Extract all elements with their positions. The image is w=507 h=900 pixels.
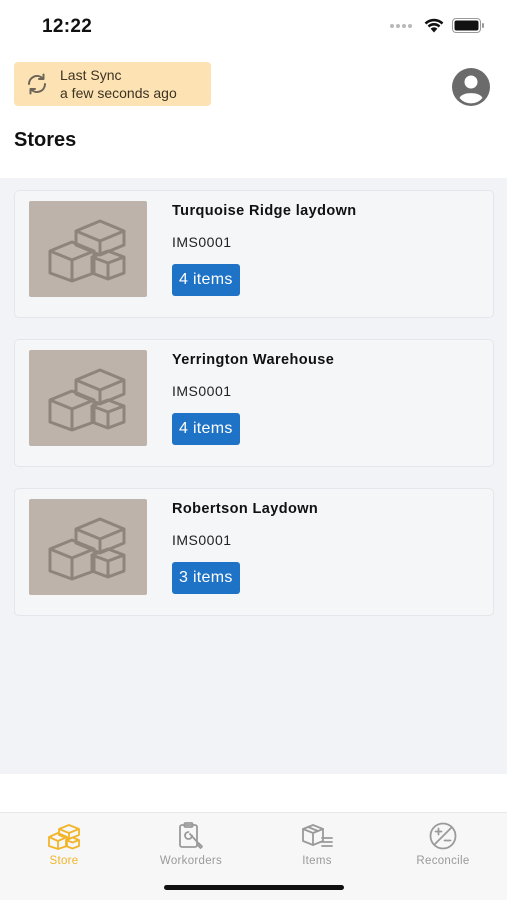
status-icons: [390, 18, 485, 33]
store-name: Turquoise Ridge laydown: [172, 203, 357, 219]
last-sync-indicator[interactable]: Last Sync a few seconds ago: [14, 62, 211, 106]
home-indicator[interactable]: [164, 885, 344, 890]
store-thumbnail: [29, 201, 147, 297]
clock: 12:22: [42, 16, 93, 37]
tab-items[interactable]: Items: [262, 821, 372, 877]
clipboard-wrench-icon: [179, 822, 203, 849]
plus-minus-icon: [429, 822, 457, 850]
battery-icon: [452, 18, 484, 33]
items-count-badge[interactable]: 4 items: [172, 413, 240, 445]
store-thumbnail: [29, 350, 147, 446]
status-bar: 12:22: [0, 0, 507, 52]
boxes-icon: [48, 824, 80, 850]
tab-reconcile[interactable]: Reconcile: [388, 821, 498, 877]
tab-label: Workorders: [159, 855, 223, 867]
boxes-icon: [48, 219, 126, 283]
store-name: Yerrington Warehouse: [172, 352, 335, 368]
items-count-badge[interactable]: 3 items: [172, 562, 240, 594]
box-list-icon: [302, 824, 333, 847]
page-title: Stores: [14, 129, 77, 151]
profile-button[interactable]: [451, 67, 491, 107]
store-thumbnail: [29, 499, 147, 595]
store-code: IMS0001: [172, 532, 232, 548]
user-avatar-icon: [452, 68, 490, 106]
store-list[interactable]: Turquoise Ridge laydown IMS0001 4 items …: [0, 178, 507, 774]
store-name: Robertson Laydown: [172, 501, 319, 517]
boxes-icon: [48, 517, 126, 581]
cellular-signal-icon: [390, 23, 412, 28]
store-code: IMS0001: [172, 234, 232, 250]
tab-workorders[interactable]: Workorders: [136, 821, 246, 877]
tab-store[interactable]: Store: [9, 821, 119, 877]
store-card[interactable]: Robertson Laydown IMS0001 3 items: [14, 488, 494, 616]
tab-label: Items: [302, 855, 332, 867]
store-card[interactable]: Turquoise Ridge laydown IMS0001 4 items: [14, 190, 494, 318]
store-card[interactable]: Yerrington Warehouse IMS0001 4 items: [14, 339, 494, 467]
tab-label: Store: [49, 855, 79, 867]
items-count-badge[interactable]: 4 items: [172, 264, 240, 296]
store-code: IMS0001: [172, 383, 232, 399]
tab-label: Reconcile: [416, 855, 470, 867]
wifi-icon: [424, 18, 444, 33]
sync-title: Last Sync: [60, 67, 122, 83]
sync-subtitle: a few seconds ago: [60, 85, 177, 101]
boxes-icon: [48, 368, 126, 432]
sync-icon: [14, 72, 60, 96]
